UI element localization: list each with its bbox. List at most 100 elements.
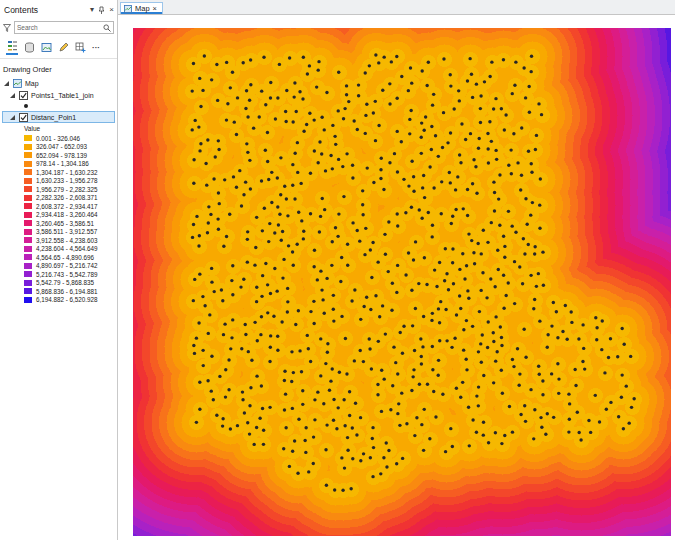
legend-class[interactable]: 4,238.604 - 4,564.649 [2,245,115,254]
map-tab[interactable]: Map× [120,2,163,14]
legend-class[interactable]: 652.094 - 978.139 [2,151,115,160]
layer-row[interactable]: Distanc_Poin1 [2,111,115,123]
color-swatch [24,186,32,192]
legend-class[interactable]: 1,304.187 - 1,630.232 [2,168,115,177]
contents-toolbar: ··· [0,36,117,59]
color-swatch [24,203,32,209]
layer-row[interactable]: Points1_Table1_join [2,89,115,101]
class-label: 0.001 - 326.046 [36,135,80,142]
legend-class[interactable]: 2,934.418 - 3,260.464 [2,211,115,220]
class-label: 1,630.233 - 1,956.278 [36,177,98,184]
expand-caret-icon[interactable] [9,114,16,121]
map-icon [124,5,132,13]
layer-checkbox[interactable] [19,91,28,100]
color-swatch [24,212,32,218]
selection-icon [41,42,52,53]
expand-caret-icon[interactable] [3,80,10,87]
color-swatch [24,229,32,235]
class-label: 2,608.372 - 2,934.417 [36,203,98,210]
layer-checkbox[interactable] [19,113,28,122]
class-label: 4,890.697 - 5,216.742 [36,262,98,269]
color-swatch [24,297,32,303]
layer-tree: Map Points1_Table1_join Distanc_Poin1Value… [0,77,117,304]
color-swatch [24,169,32,175]
class-label: 3,260.465 - 3,586.51 [36,220,94,227]
more-button[interactable]: ··· [92,43,100,52]
expand-caret-icon[interactable] [9,92,16,99]
drawing-order-icon [7,40,18,51]
legend-class[interactable]: 4,890.697 - 5,216.742 [2,262,115,271]
data-source-button[interactable] [24,42,35,53]
search-row [0,18,117,36]
color-swatch [24,288,32,294]
add-data-icon [75,42,86,53]
legend-class[interactable]: 326.047 - 652.093 [2,143,115,152]
legend-class[interactable]: 978.14 - 1,304.186 [2,160,115,169]
editing-button[interactable] [58,42,69,53]
legend-class[interactable]: 3,586.511 - 3,912.557 [2,228,115,237]
color-swatch [24,220,32,226]
selection-button[interactable] [41,42,52,53]
point-symbol[interactable] [2,101,115,111]
class-label: 1,956.279 - 2,282.325 [36,186,98,193]
data-source-icon [24,42,35,53]
options-button[interactable]: ▾ [90,6,94,14]
color-swatch [24,237,32,243]
legend-class[interactable]: 6,194.882 - 6,520.928 [2,296,115,305]
legend-class[interactable]: 5,216.743 - 5,542.789 [2,270,115,279]
pane-title: Contents [4,5,86,15]
class-label: 6,194.882 - 6,520.928 [36,296,98,303]
class-label: 3,586.511 - 3,912.557 [36,228,97,235]
class-label: 5,542.79 - 5,868.835 [36,279,94,286]
tab-close-button[interactable]: × [153,4,157,13]
layer-label: Points1_Table1_join [31,92,94,99]
check-icon [20,92,27,99]
class-label: 3,912.558 - 4,238.603 [36,237,98,244]
legend-class[interactable]: 2,608.372 - 2,934.417 [2,202,115,211]
class-label: 4,238.604 - 4,564.649 [36,245,98,252]
point-symbol-icon [24,104,28,108]
search-input[interactable] [17,23,103,33]
color-swatch [24,152,32,158]
legend-class[interactable]: 1,956.279 - 2,282.325 [2,185,115,194]
class-label: 2,282.326 - 2,608.371 [36,194,98,201]
drawing-order-button[interactable] [6,40,18,55]
tab-label: Map [135,4,150,13]
filter-icon[interactable] [3,24,11,32]
legend-class[interactable]: 3,260.465 - 3,586.51 [2,219,115,228]
color-swatch [24,195,32,201]
legend-class[interactable]: 1,630.233 - 1,956.278 [2,177,115,186]
search-box[interactable] [14,21,114,34]
legend-class[interactable]: 5,868.836 - 6,194.881 [2,287,115,296]
map-row[interactable]: Map [2,77,115,89]
legend-class[interactable]: 2,282.326 - 2,608.371 [2,194,115,203]
pin-icon[interactable] [98,6,105,14]
legend-class[interactable]: 3,912.558 - 4,238.603 [2,236,115,245]
check-icon [20,114,27,121]
legend-class[interactable]: 4,564.65 - 4,890.696 [2,253,115,262]
close-button[interactable]: × [109,6,114,14]
color-swatch [24,254,32,260]
class-label: 978.14 - 1,304.186 [36,160,89,167]
legend-class[interactable]: 0.001 - 326.046 [2,134,115,143]
class-label: 5,216.743 - 5,542.789 [36,271,98,278]
color-swatch [24,246,32,252]
color-swatch [24,280,32,286]
map-view[interactable] [118,15,675,540]
app-window: Contents▾×···Drawing OrderMapPoints1_Tab… [0,0,675,540]
color-swatch [24,263,32,269]
color-swatch [24,161,32,167]
class-label: 1,304.187 - 1,630.232 [36,169,98,176]
add-data-button[interactable] [75,42,86,53]
section-heading: Drawing Order [0,59,117,77]
color-swatch [24,178,32,184]
map-icon [13,79,22,88]
color-swatch [24,271,32,277]
distance-raster[interactable] [133,28,671,536]
class-label: 4,564.65 - 4,890.696 [36,254,94,261]
map-pane: Map× [118,0,675,540]
legend-class[interactable]: 5,542.79 - 5,868.835 [2,279,115,288]
contents-pane: Contents ▾ × ··· Drawing OrderMap Points1_Tab… [0,0,118,540]
legend-title: Value [2,123,115,134]
class-label: 652.094 - 978.139 [36,152,87,159]
